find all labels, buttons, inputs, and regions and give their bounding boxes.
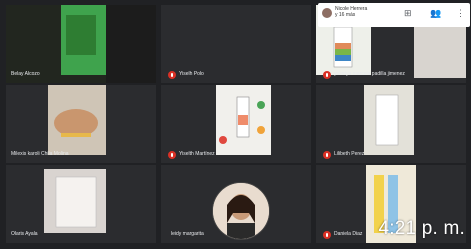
mic-off-icon [323,151,331,159]
participant-name: yulirdya marcela padilla jimenez [334,71,405,77]
participant-name: leidy margarita [171,231,204,237]
participant-name: Lilibeth Perez [334,151,365,157]
participant-name: Olaris Ayala [11,231,38,237]
participant-avatar [212,182,270,240]
mic-off-icon [323,231,331,239]
more-icon[interactable]: ⋮ [456,8,465,19]
participant-count: y 16 más [335,12,356,18]
participant-tile-1[interactable]: Belay Alcozo [6,5,156,83]
participant-tile-2[interactable]: Yiselh Polo [161,5,311,83]
participant-name: Belay Alcozo [11,71,40,77]
participant-name: Milexis karoli Chila Molina [11,151,69,157]
participant-tile-5[interactable]: Yiselth Martínez [161,85,311,163]
participant-tile-7[interactable]: Olaris Ayala [6,165,156,243]
clock-overlay: 4:21 p. m. [378,218,465,239]
presenter-label: Nicole Herrera y 16 más [335,6,381,18]
participant-tile-6[interactable]: Lilibeth Perez [316,85,466,163]
mic-off-icon [168,71,176,79]
people-icon[interactable]: 👥 [430,8,441,19]
layout-icon[interactable]: ⊞ [404,8,412,19]
presenter-avatar [322,8,332,18]
mic-off-icon [168,151,176,159]
participant-name: Yiselh Polo [179,71,204,77]
avatar-photo [213,183,269,239]
participant-name: Yiselth Martínez [179,151,215,157]
participant-name: Daniela Diaz [334,231,363,237]
mic-off-icon [323,71,331,79]
participant-tile-4[interactable]: Milexis karoli Chila Molina [6,85,156,163]
top-right-panel: Nicole Herrera y 16 más ⊞ 👥 ⋮ [318,3,470,27]
